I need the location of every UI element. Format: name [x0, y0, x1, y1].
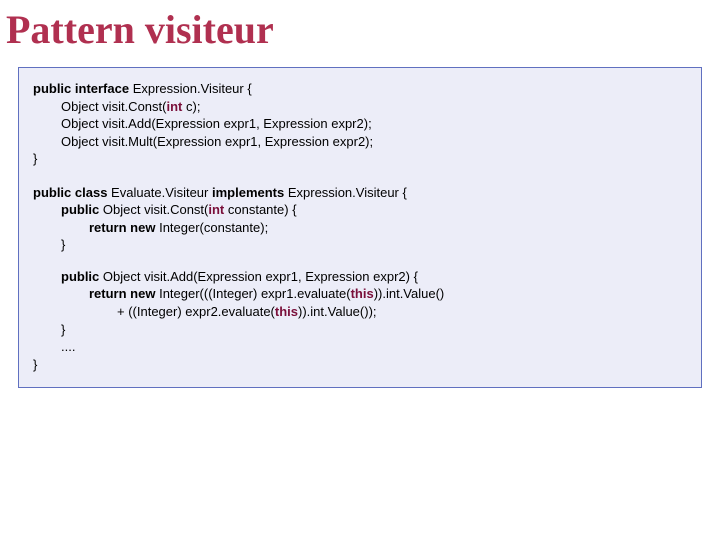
code-text: Integer(constante); — [159, 220, 268, 235]
code-text: Object visit.Add(Expression expr1, Expre… — [103, 269, 418, 284]
code-line: public interface Expression.Visiteur { — [33, 80, 687, 98]
code-text: c); — [186, 99, 200, 114]
code-text: Object visit.Mult(Expression expr1, Expr… — [61, 134, 373, 149]
kw-implements: implements — [212, 185, 288, 200]
code-text: } — [61, 237, 65, 252]
code-text: Integer(((Integer) expr1.evaluate( — [159, 286, 350, 301]
slide-title: Pattern visiteur — [6, 6, 720, 53]
code-line: } — [33, 321, 687, 339]
code-text: Evaluate.Visiteur — [111, 185, 212, 200]
kw-this: this — [351, 286, 374, 301]
kw-public: public — [61, 202, 103, 217]
code-text: } — [33, 151, 37, 166]
code-text: constante) { — [228, 202, 297, 217]
kw-this: this — [275, 304, 298, 319]
code-line: return new Integer(constante); — [33, 219, 687, 237]
code-line: public class Evaluate.Visiteur implement… — [33, 184, 687, 202]
kw-int: int — [166, 99, 186, 114]
code-text: )).int.Value() — [374, 286, 445, 301]
kw-return-new: return new — [89, 286, 159, 301]
code-text: .... — [61, 339, 75, 354]
decorative-shadow — [25, 466, 355, 540]
code-text: Expression.Visiteur { — [133, 81, 252, 96]
code-line: + ((Integer) expr2.evaluate(this)).int.V… — [33, 303, 687, 321]
kw-public-class: public class — [33, 185, 111, 200]
code-line: Object visit.Const(int c); — [33, 98, 687, 116]
code-text: Object visit.Const( — [61, 99, 166, 114]
code-line: Object visit.Mult(Expression expr1, Expr… — [33, 133, 687, 151]
kw-return-new: return new — [89, 220, 159, 235]
code-line: return new Integer(((Integer) expr1.eval… — [33, 285, 687, 303]
code-text: )).int.Value()); — [298, 304, 377, 319]
kw-public-interface: public interface — [33, 81, 133, 96]
code-line: public Object visit.Const(int constante)… — [33, 201, 687, 219]
kw-int: int — [208, 202, 228, 217]
code-text: } — [33, 357, 37, 372]
code-line: } — [33, 150, 687, 168]
code-line: Object visit.Add(Expression expr1, Expre… — [33, 115, 687, 133]
code-text: + ((Integer) expr2.evaluate( — [117, 304, 275, 319]
kw-public: public — [61, 269, 103, 284]
code-line: } — [33, 236, 687, 254]
code-text: Object visit.Add(Expression expr1, Expre… — [61, 116, 372, 131]
code-line: public Object visit.Add(Expression expr1… — [33, 268, 687, 286]
code-text: } — [61, 322, 65, 337]
code-line: .... — [33, 338, 687, 356]
code-text: Object visit.Const( — [103, 202, 208, 217]
code-text: Expression.Visiteur { — [288, 185, 407, 200]
code-box: public interface Expression.Visiteur { O… — [18, 67, 702, 388]
code-line: } — [33, 356, 687, 374]
